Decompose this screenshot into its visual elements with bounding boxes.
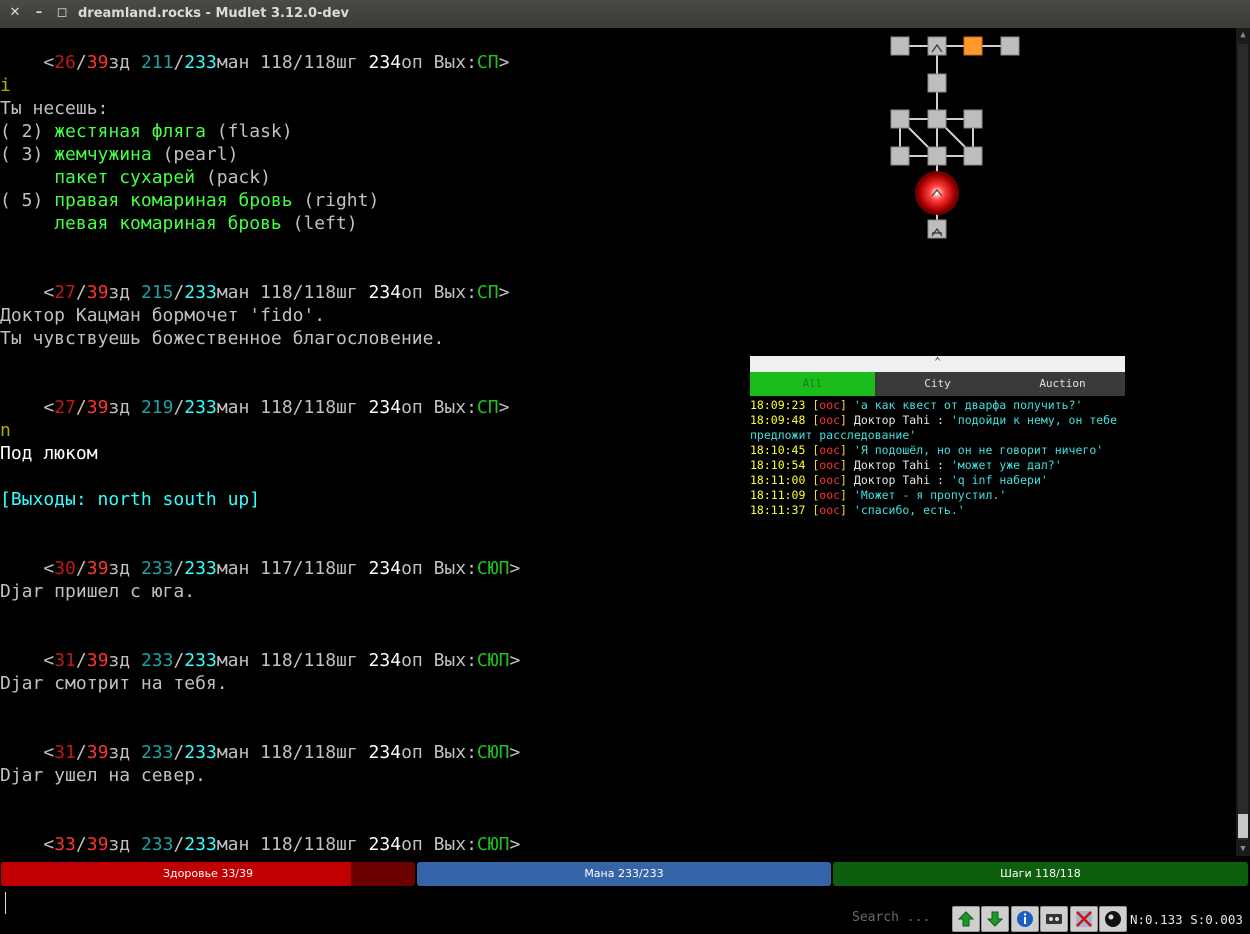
chat-message: 18:11:09 [ooc] 'Может - я пропустил.' [750, 488, 1007, 502]
map-room [927, 73, 947, 93]
map-room-highlighted [963, 36, 983, 56]
chat-messages[interactable]: 18:09:23 [ooc] 'а как квест от дварфа по… [750, 398, 1125, 518]
text-caret [5, 892, 6, 914]
mana-gauge: Мана 233/233 [417, 862, 831, 886]
chat-message: 18:09:23 [ooc] 'а как квест от дварфа по… [750, 398, 1083, 412]
chat-tab-auction[interactable]: Auction [1000, 372, 1125, 396]
chat-message: 18:09:48 [ooc] Доктор Tahi : 'подойди к … [750, 413, 1118, 427]
chat-message-continuation: предложит расследование' [750, 428, 917, 442]
replay-icon[interactable] [1040, 906, 1068, 932]
status-prompt: <30/39зд 233/233ман 117/118шг 234оп Вых:… [43, 558, 521, 579]
chat-message: 18:11:37 [ooc] 'спасибо, есть.' [750, 503, 965, 517]
status-prompt: <26/39зд 211/233ман 118/118шг 234оп Вых:… [43, 52, 510, 73]
timestamp-toggle-icon[interactable] [1070, 906, 1098, 932]
inventory-item: ( 3) жемчужина (pearl) [0, 144, 239, 165]
chat-message: 18:10:45 [ooc] 'Я подошёл, но он не гово… [750, 443, 1104, 457]
map-canvas[interactable] [880, 28, 1020, 248]
logging-icon[interactable] [1099, 906, 1127, 932]
map-room [927, 109, 947, 129]
inventory-item: пакет сухарей (pack) [54, 167, 271, 188]
title-bar: ✕ – ◻ dreamland.rocks - Mudlet 3.12.0-de… [0, 0, 1250, 28]
scrollbar-thumb[interactable] [1238, 814, 1248, 838]
console-text: Djar ушел на север. [0, 765, 206, 786]
status-prompt: <27/39зд 215/233ман 118/118шг 234оп Вых:… [43, 282, 510, 303]
console-text: Ты чувствуешь божественное благословение… [0, 328, 445, 349]
chat-tab-city[interactable]: City [875, 372, 1000, 396]
chat-message: 18:11:00 [ooc] Доктор Tahi : 'q inf набе… [750, 473, 1048, 487]
inventory-item: ( 5) правая комариная бровь (right) [0, 190, 380, 211]
map-room [963, 146, 983, 166]
network-stats: N:0.133 S:0.003 [1130, 912, 1243, 927]
health-gauge: Здоровье 33/39 [1, 862, 415, 886]
scroll-down-arrow-icon[interactable]: ▼ [1236, 842, 1250, 856]
inventory-item: левая комариная бровь (left) [54, 213, 358, 234]
map-room [890, 109, 910, 129]
chat-panel: ⌃ All City Auction 18:09:23 [ooc] 'а как… [750, 356, 1125, 520]
mana-gauge-label: Мана 233/233 [584, 867, 664, 880]
chat-collapse-button[interactable]: ⌃ [750, 356, 1125, 372]
command-line[interactable]: Search ... N:0.133 S:0.003 [0, 886, 1250, 934]
echoed-command: i [0, 75, 11, 96]
mini-map[interactable] [880, 28, 1020, 248]
chat-tab-all[interactable]: All [750, 372, 875, 396]
scroll-up-icon[interactable] [952, 906, 980, 932]
close-window-button[interactable]: ✕ [8, 6, 22, 20]
minimize-window-button[interactable]: – [32, 6, 46, 20]
chat-message: 18:10:54 [ooc] Доктор Tahi : 'может уже … [750, 458, 1062, 472]
window-title: dreamland.rocks - Mudlet 3.12.0-dev [78, 6, 350, 21]
inventory-item: ( 2) жестяная фляга (flask) [0, 121, 293, 142]
search-input[interactable]: Search ... [852, 910, 942, 925]
console-scrollbar[interactable]: ▲ ▼ [1236, 28, 1250, 856]
scroll-down-icon[interactable] [981, 906, 1009, 932]
scroll-up-arrow-icon[interactable]: ▲ [1236, 28, 1250, 42]
maximize-window-button[interactable]: ◻ [55, 6, 69, 20]
moves-gauge: Шаги 118/118 [833, 862, 1248, 886]
map-room [963, 109, 983, 129]
map-room [927, 146, 947, 166]
player-location-marker [915, 171, 959, 215]
status-gauges: Здоровье 33/39 Мана 233/233 Шаги 118/118 [0, 862, 1250, 886]
console-text: Djar смотрит на тебя. [0, 673, 228, 694]
console-text: Доктор Кацман бормочет 'fido'. [0, 305, 326, 326]
map-room [1000, 36, 1020, 56]
map-room [890, 146, 910, 166]
status-prompt: <33/39зд 233/233ман 118/118шг 234оп Вых:… [43, 834, 521, 854]
status-prompt: <31/39зд 233/233ман 118/118шг 234оп Вых:… [43, 650, 521, 671]
health-gauge-label: Здоровье 33/39 [162, 867, 254, 880]
moves-gauge-label: Шаги 118/118 [1000, 867, 1081, 880]
scrollbar-track[interactable] [1238, 44, 1248, 840]
console-text: Ты несешь: [0, 98, 109, 119]
map-room [890, 36, 910, 56]
status-prompt: <31/39зд 233/233ман 118/118шг 234оп Вых:… [43, 742, 521, 763]
console-text: Djar пришел с юга. [0, 581, 196, 602]
chat-tabs: All City Auction [750, 372, 1125, 396]
info-icon[interactable] [1011, 906, 1039, 932]
